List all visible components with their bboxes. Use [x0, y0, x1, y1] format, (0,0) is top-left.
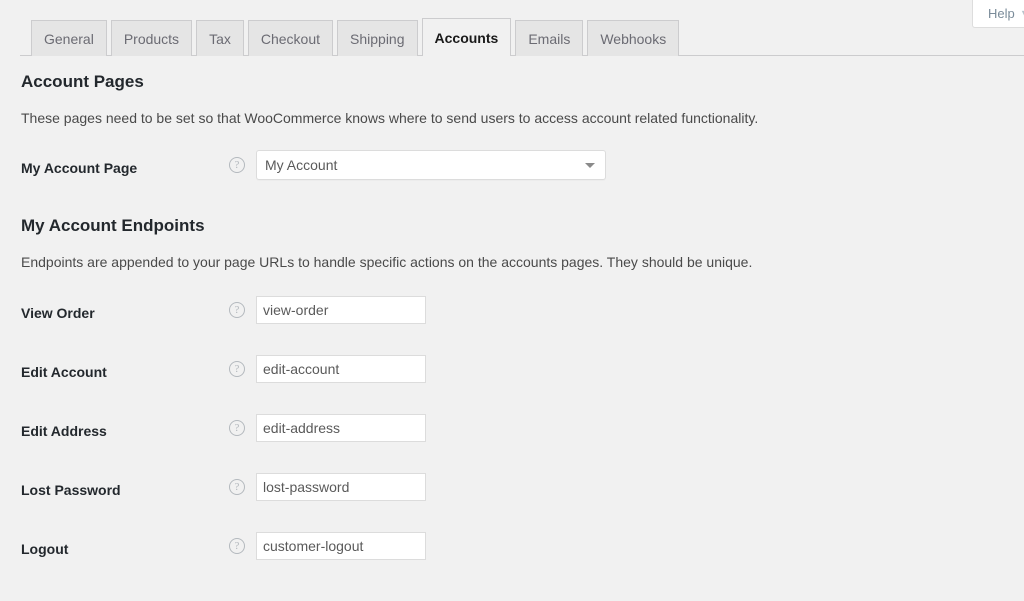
field-label-edit-address: Edit Address	[21, 424, 107, 438]
field-label-edit-account: Edit Account	[21, 365, 107, 379]
tab-general[interactable]: General	[31, 20, 107, 56]
field-row-lost-password: Lost Password ?	[0, 483, 1024, 542]
tab-tax[interactable]: Tax	[196, 20, 244, 56]
section-title-account-pages: Account Pages	[21, 73, 144, 90]
field-label-view-order: View Order	[21, 306, 95, 320]
question-mark-circle-icon[interactable]: ?	[229, 157, 245, 173]
field-label-logout: Logout	[21, 542, 68, 556]
section-description-account-pages: These pages need to be set so that WooCo…	[21, 109, 758, 129]
question-mark-circle-icon[interactable]: ?	[229, 420, 245, 436]
tab-webhooks[interactable]: Webhooks	[587, 20, 679, 56]
field-row-view-order: View Order ?	[0, 306, 1024, 365]
field-row-edit-address: Edit Address ?	[0, 424, 1024, 483]
edit-account-input[interactable]	[256, 355, 426, 383]
question-mark-circle-icon[interactable]: ?	[229, 361, 245, 377]
question-mark-circle-icon[interactable]: ?	[229, 538, 245, 554]
settings-tab-navigation: General Products Tax Checkout Shipping A…	[0, 16, 1024, 56]
tab-emails[interactable]: Emails	[515, 20, 583, 56]
my-account-page-select[interactable]: My Account	[256, 150, 606, 180]
edit-address-input[interactable]	[256, 414, 426, 442]
help-tab-label: Help	[988, 7, 1015, 20]
field-label-my-account-page: My Account Page	[21, 161, 137, 175]
tab-accounts[interactable]: Accounts	[422, 18, 512, 56]
question-mark-circle-icon[interactable]: ?	[229, 302, 245, 318]
tab-shipping[interactable]: Shipping	[337, 20, 418, 56]
my-account-page-select-value: My Account	[265, 151, 337, 179]
help-tab[interactable]: Help ▾	[972, 0, 1024, 28]
lost-password-input[interactable]	[256, 473, 426, 501]
logout-input[interactable]	[256, 532, 426, 560]
tab-checkout[interactable]: Checkout	[248, 20, 333, 56]
view-order-input[interactable]	[256, 296, 426, 324]
field-label-lost-password: Lost Password	[21, 483, 121, 497]
section-title-my-account-endpoints: My Account Endpoints	[21, 217, 205, 234]
question-mark-circle-icon[interactable]: ?	[229, 479, 245, 495]
field-row-logout: Logout ?	[0, 542, 1024, 601]
section-description-my-account-endpoints: Endpoints are appended to your page URLs…	[21, 253, 752, 273]
field-row-edit-account: Edit Account ?	[0, 365, 1024, 424]
tab-products[interactable]: Products	[111, 20, 192, 56]
caret-down-icon	[585, 163, 595, 168]
field-row-my-account-page: My Account Page ? My Account	[0, 161, 1024, 220]
